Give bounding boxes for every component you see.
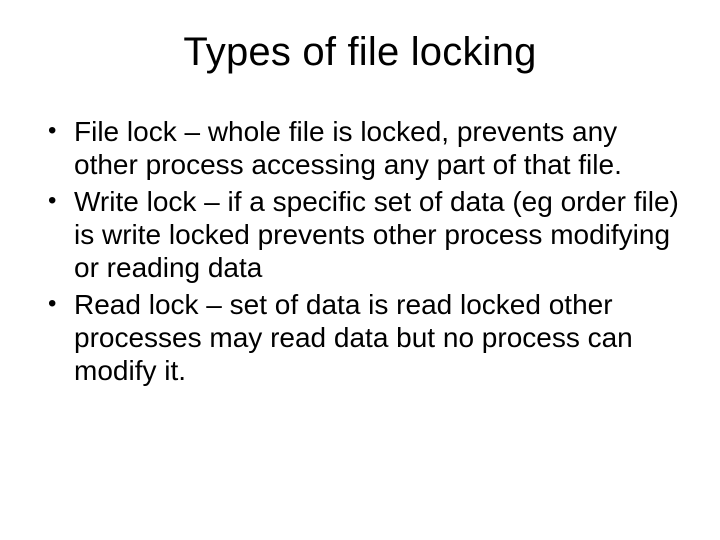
list-item: File lock – whole file is locked, preven… — [46, 115, 680, 181]
slide: Types of file locking File lock – whole … — [0, 0, 720, 540]
list-item: Write lock – if a specific set of data (… — [46, 185, 680, 284]
bullet-list: File lock – whole file is locked, preven… — [40, 115, 680, 387]
slide-title: Types of file locking — [40, 30, 680, 75]
list-item: Read lock – set of data is read locked o… — [46, 288, 680, 387]
